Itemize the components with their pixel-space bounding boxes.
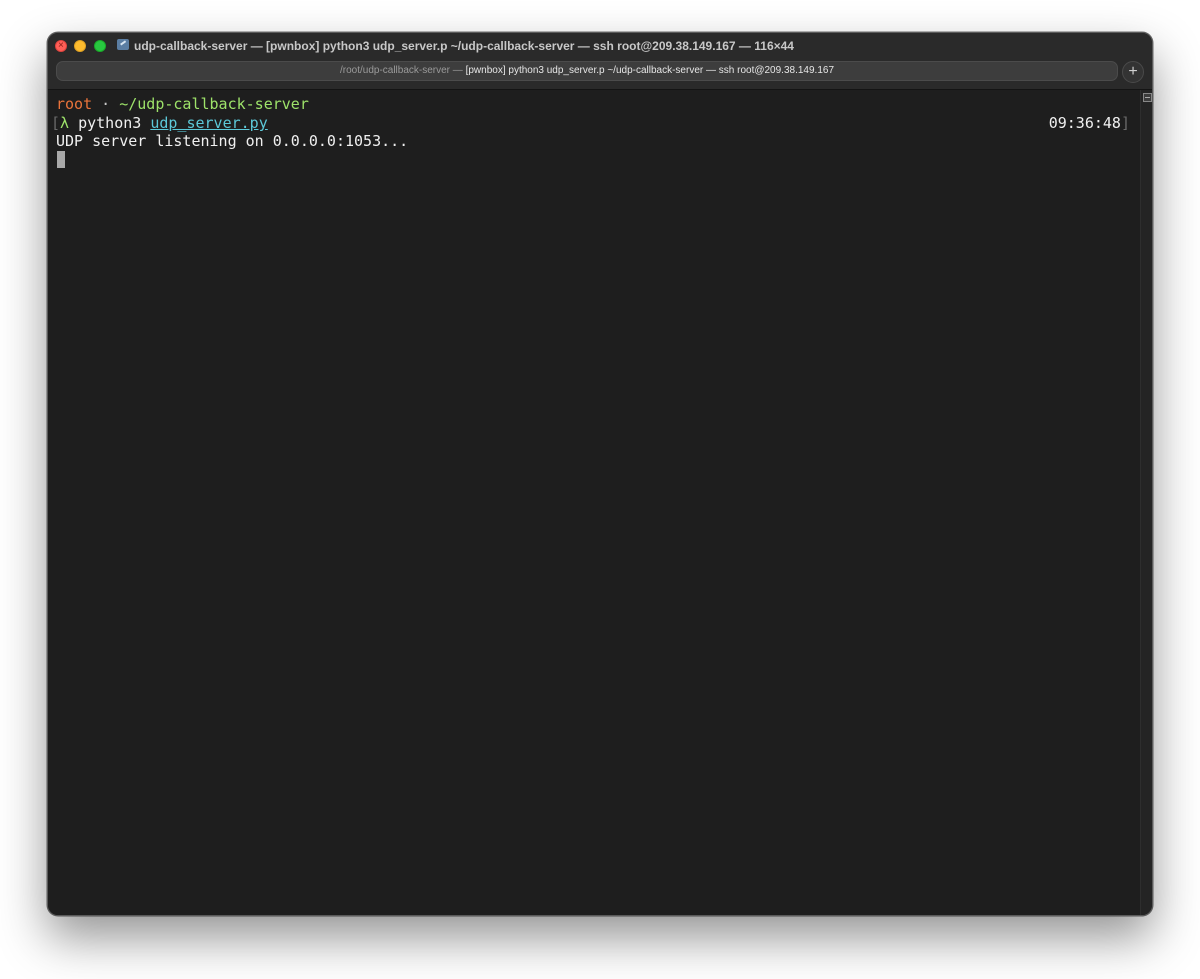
title-bar: × udp-callback-server — [pwnbox] python3… [48, 33, 1152, 90]
mark-close-bracket: ] [1120, 114, 1130, 132]
close-icon: × [58, 40, 64, 51]
window-title: udp-callback-server — [pwnbox] python3 u… [134, 39, 794, 53]
tab-title-path: /root/udp-callback-server — [339, 65, 466, 76]
tab-title: /root/udp-callback-server — [pwnbox] pyt… [57, 64, 1117, 78]
prompt-path: ~/udp-callback-server [119, 95, 309, 113]
output-line: UDP server listening on 0.0.0.0:1053... [56, 132, 409, 150]
prompt-user: root [56, 95, 93, 113]
tab-title-command: [pwnbox] python3 udp_server.p ~/udp-call… [465, 65, 835, 76]
text-cursor [57, 151, 65, 168]
close-window-button[interactable]: × [55, 40, 67, 52]
lambda-prompt: λ [60, 114, 70, 132]
mark-open-bracket: [ [51, 114, 61, 132]
terminal-window: × udp-callback-server — [pwnbox] python3… [47, 32, 1153, 916]
minimize-window-button[interactable] [74, 40, 86, 52]
folder-icon[interactable] [117, 39, 129, 50]
command-line: [λ python3 udp_server.py [51, 114, 268, 132]
scrollbar[interactable] [1140, 90, 1152, 915]
prompt-separator: · [92, 95, 120, 113]
file-link[interactable]: udp_server.py [150, 114, 267, 132]
command-program: python3 [69, 114, 151, 132]
command-timestamp: 09:36:48] [1049, 114, 1130, 132]
terminal-content[interactable]: root · ~/udp-callback-server [λ python3 … [48, 90, 1140, 915]
new-tab-button[interactable]: + [1122, 61, 1144, 83]
marks-icon[interactable] [1143, 93, 1152, 102]
maximize-window-button[interactable] [94, 40, 106, 52]
timestamp-text: 09:36:48 [1048, 114, 1121, 132]
prompt-line: root · ~/udp-callback-server [56, 95, 309, 113]
tab-current[interactable]: /root/udp-callback-server — [pwnbox] pyt… [56, 61, 1118, 81]
